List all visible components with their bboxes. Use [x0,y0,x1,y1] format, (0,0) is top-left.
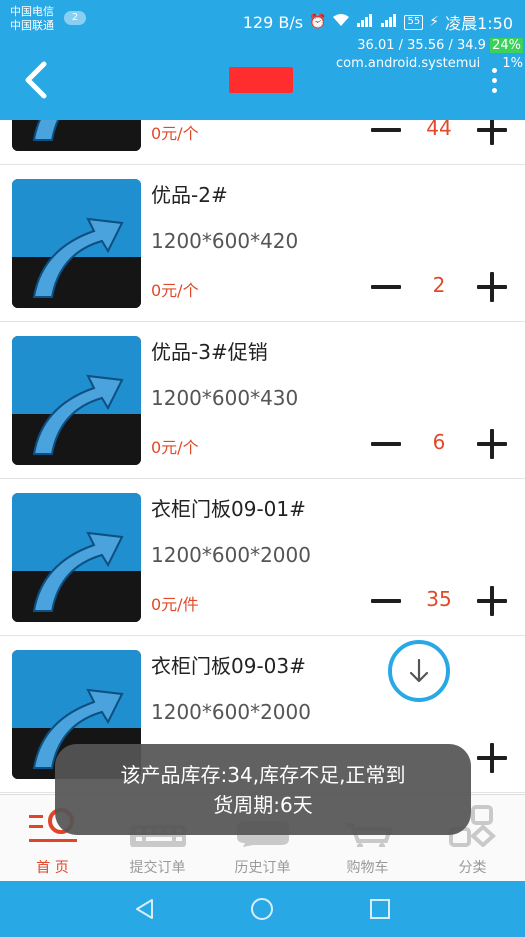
perf-overlay-line-2: com.android.systemui 1% [336,56,523,71]
product-thumbnail [12,179,141,308]
product-name: 优品-3#促销 [151,340,268,364]
tab-label: 历史订单 [234,860,291,876]
circle-home-icon [251,898,273,920]
status-bar: 中国电信 中国联通 2 129 B/s ⏰ 55 ⚡ 凌晨1:50 [0,0,525,38]
carrier-2: 中国联通 [10,19,54,32]
arrow-logo-icon [12,179,141,308]
increase-qty-button[interactable] [475,584,509,618]
product-thumbnail [12,336,141,465]
product-name: 衣柜门板09-01# [151,497,306,521]
decrease-qty-button[interactable] [369,272,403,302]
charging-icon: ⚡ [429,14,440,30]
product-spec: 1200*600*2000 [151,700,311,724]
more-dot-icon [491,78,497,83]
notification-count-badge: 2 [64,11,86,25]
product-spec: 1200*600*2000 [151,543,311,567]
more-menu-button[interactable] [489,68,499,98]
product-price: 0元/个 [151,281,199,300]
product-list[interactable]: 0元/个 44 优品-2# 1200*600*420 0元/个 2 优品-3#促… [0,120,525,794]
nav-home-button[interactable] [250,897,274,925]
net-speed: 129 B/s [242,12,304,32]
quantity-value[interactable]: 6 [412,430,466,454]
tab-label: 首 页 [36,860,69,876]
increase-qty-button[interactable] [475,270,509,304]
battery-level: 55 [404,14,424,30]
product-row[interactable]: 0元/个 44 [0,120,525,165]
nav-recents-button[interactable] [368,897,392,925]
arrow-logo-icon [12,336,141,465]
signal-icon [356,13,374,31]
signal-icon-2 [380,13,398,31]
alarm-icon: ⏰ [309,14,327,30]
increase-qty-button[interactable] [475,741,509,775]
quantity-value[interactable]: 44 [412,120,466,140]
increase-qty-button[interactable] [475,120,509,147]
product-name: 优品-2# [151,183,228,207]
clock: 凌晨1:50 [445,14,513,33]
nav-back-button[interactable] [133,897,157,925]
product-row[interactable]: 优品-2# 1200*600*420 0元/个 2 [0,165,525,322]
tab-label: 分类 [458,860,487,876]
product-thumbnail [12,120,141,151]
decrease-qty-button[interactable] [369,586,403,616]
product-price: 0元/个 [151,124,199,143]
product-name: 衣柜门板09-03# [151,654,306,678]
arrow-logo-icon [12,493,141,622]
tab-label: 购物车 [346,860,389,876]
product-thumbnail [12,493,141,622]
carrier-info: 中国电信 中国联通 [10,5,54,33]
product-row[interactable]: 衣柜门板09-01# 1200*600*2000 0元/件 35 [0,479,525,636]
system-nav-bar [0,881,525,937]
product-price: 0元/个 [151,438,199,457]
scroll-down-button[interactable] [388,640,450,702]
quantity-value[interactable]: 2 [412,273,466,297]
tab-label: 提交订单 [129,860,186,876]
arrow-down-icon [409,658,429,683]
more-dot-icon [491,88,497,93]
decrease-qty-button[interactable] [369,120,403,145]
quantity-value[interactable]: 35 [412,587,466,611]
toast-line-1: 该产品库存:34,库存不足,正常到 [120,763,406,787]
product-spec: 1200*600*430 [151,386,299,410]
stock-warning-toast: 该产品库存:34,库存不足,正常到 货周期:6天 [55,744,471,835]
increase-qty-button[interactable] [475,427,509,461]
arrow-logo-icon [12,120,141,151]
square-recents-icon [370,899,390,919]
product-spec: 1200*600*420 [151,229,299,253]
product-price: 0元/件 [151,595,199,614]
carrier-1: 中国电信 [10,5,54,18]
toast-line-2: 货周期:6天 [213,793,313,817]
status-indicators: 129 B/s ⏰ 55 ⚡ 凌晨1:50 [243,10,513,34]
decrease-qty-button[interactable] [369,429,403,459]
wifi-icon [332,13,350,31]
perf-overlay-line-1: 36.01 / 35.56 / 34.9 24% [357,38,523,53]
chevron-left-icon [25,61,47,99]
triangle-back-icon [136,899,153,919]
back-button[interactable] [18,58,58,102]
product-row[interactable]: 优品-3#促销 1200*600*430 0元/个 6 [0,322,525,479]
page-title-redacted [229,67,293,93]
